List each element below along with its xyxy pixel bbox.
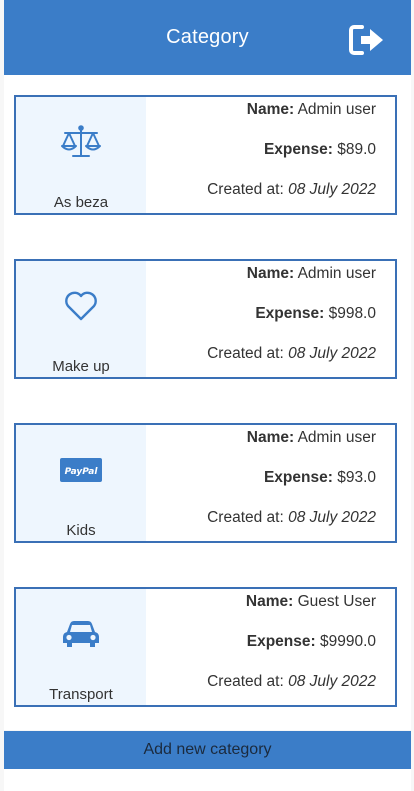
created-label: Created at: (207, 509, 284, 526)
app-header: Category (4, 0, 411, 75)
name-label: Name: (246, 265, 295, 282)
name-label: Name: (246, 101, 295, 118)
expense-row: Expense: $93.0 (264, 469, 376, 487)
expense-value: $89.0 (337, 141, 376, 158)
category-name: As beza (53, 194, 109, 211)
user-name: Admin user (297, 429, 376, 446)
category-card[interactable]: Transport Name: Guest User Expense: $999… (14, 587, 397, 707)
name-label: Name: (245, 593, 294, 610)
category-details: Name: Admin user Expense: $89.0 Created … (146, 97, 395, 213)
created-label: Created at: (207, 181, 284, 198)
name-row: Name: Admin user (247, 429, 376, 447)
expense-label: Expense: (263, 469, 333, 486)
category-icon-panel: As beza (16, 97, 146, 213)
name-row: Name: Guest User (246, 593, 376, 611)
user-name: Guest User (297, 593, 376, 610)
car-icon (59, 614, 103, 654)
category-card[interactable]: As beza Name: Admin user Expense: $89.0 … (14, 95, 397, 215)
name-row: Name: Admin user (247, 101, 376, 119)
expense-label: Expense: (246, 633, 316, 650)
paypal-icon: PayPal (59, 450, 103, 490)
sign-out-icon[interactable] (349, 24, 385, 56)
balance-scale-icon (59, 122, 103, 162)
heart-icon (59, 286, 103, 326)
category-card[interactable]: Make up Name: Admin user Expense: $998.0… (14, 259, 397, 379)
category-name: Transport (49, 686, 113, 703)
category-list: As beza Name: Admin user Expense: $89.0 … (4, 75, 411, 730)
expense-row: Expense: $9990.0 (247, 633, 376, 651)
created-row: Created at: 08 July 2022 (207, 345, 376, 363)
expense-value: $998.0 (328, 305, 376, 322)
category-details: Name: Admin user Expense: $93.0 Created … (146, 425, 395, 541)
created-label: Created at: (207, 673, 284, 690)
created-date: 08 July 2022 (288, 345, 376, 362)
expense-value: $9990.0 (319, 633, 376, 650)
expense-label: Expense: (263, 141, 333, 158)
created-row: Created at: 08 July 2022 (207, 181, 376, 199)
name-label: Name: (246, 429, 295, 446)
category-details: Name: Guest User Expense: $9990.0 Create… (146, 589, 395, 705)
category-name: Make up (52, 358, 110, 375)
paypal-text: PayPal (65, 467, 99, 477)
category-name: Kids (66, 522, 96, 539)
category-icon-panel: PayPal Kids (16, 425, 146, 541)
user-name: Admin user (297, 101, 376, 118)
user-name: Admin user (297, 265, 376, 282)
category-icon-panel: Transport (16, 589, 146, 705)
category-card[interactable]: PayPal Kids Name: Admin user Expense: $9… (14, 423, 397, 543)
category-icon-panel: Make up (16, 261, 146, 377)
expense-value: $93.0 (337, 469, 376, 486)
expense-row: Expense: $89.0 (264, 141, 376, 159)
category-details: Name: Admin user Expense: $998.0 Created… (146, 261, 395, 377)
add-category-button[interactable]: Add new category (4, 731, 411, 769)
created-date: 08 July 2022 (288, 673, 376, 690)
created-label: Created at: (207, 345, 284, 362)
created-date: 08 July 2022 (288, 181, 376, 198)
name-row: Name: Admin user (247, 265, 376, 283)
created-row: Created at: 08 July 2022 (207, 509, 376, 527)
created-date: 08 July 2022 (288, 509, 376, 526)
created-row: Created at: 08 July 2022 (207, 673, 376, 691)
expense-row: Expense: $998.0 (255, 305, 376, 323)
expense-label: Expense: (255, 305, 325, 322)
bottom-spacer (4, 769, 411, 791)
page-title: Category (166, 26, 249, 48)
